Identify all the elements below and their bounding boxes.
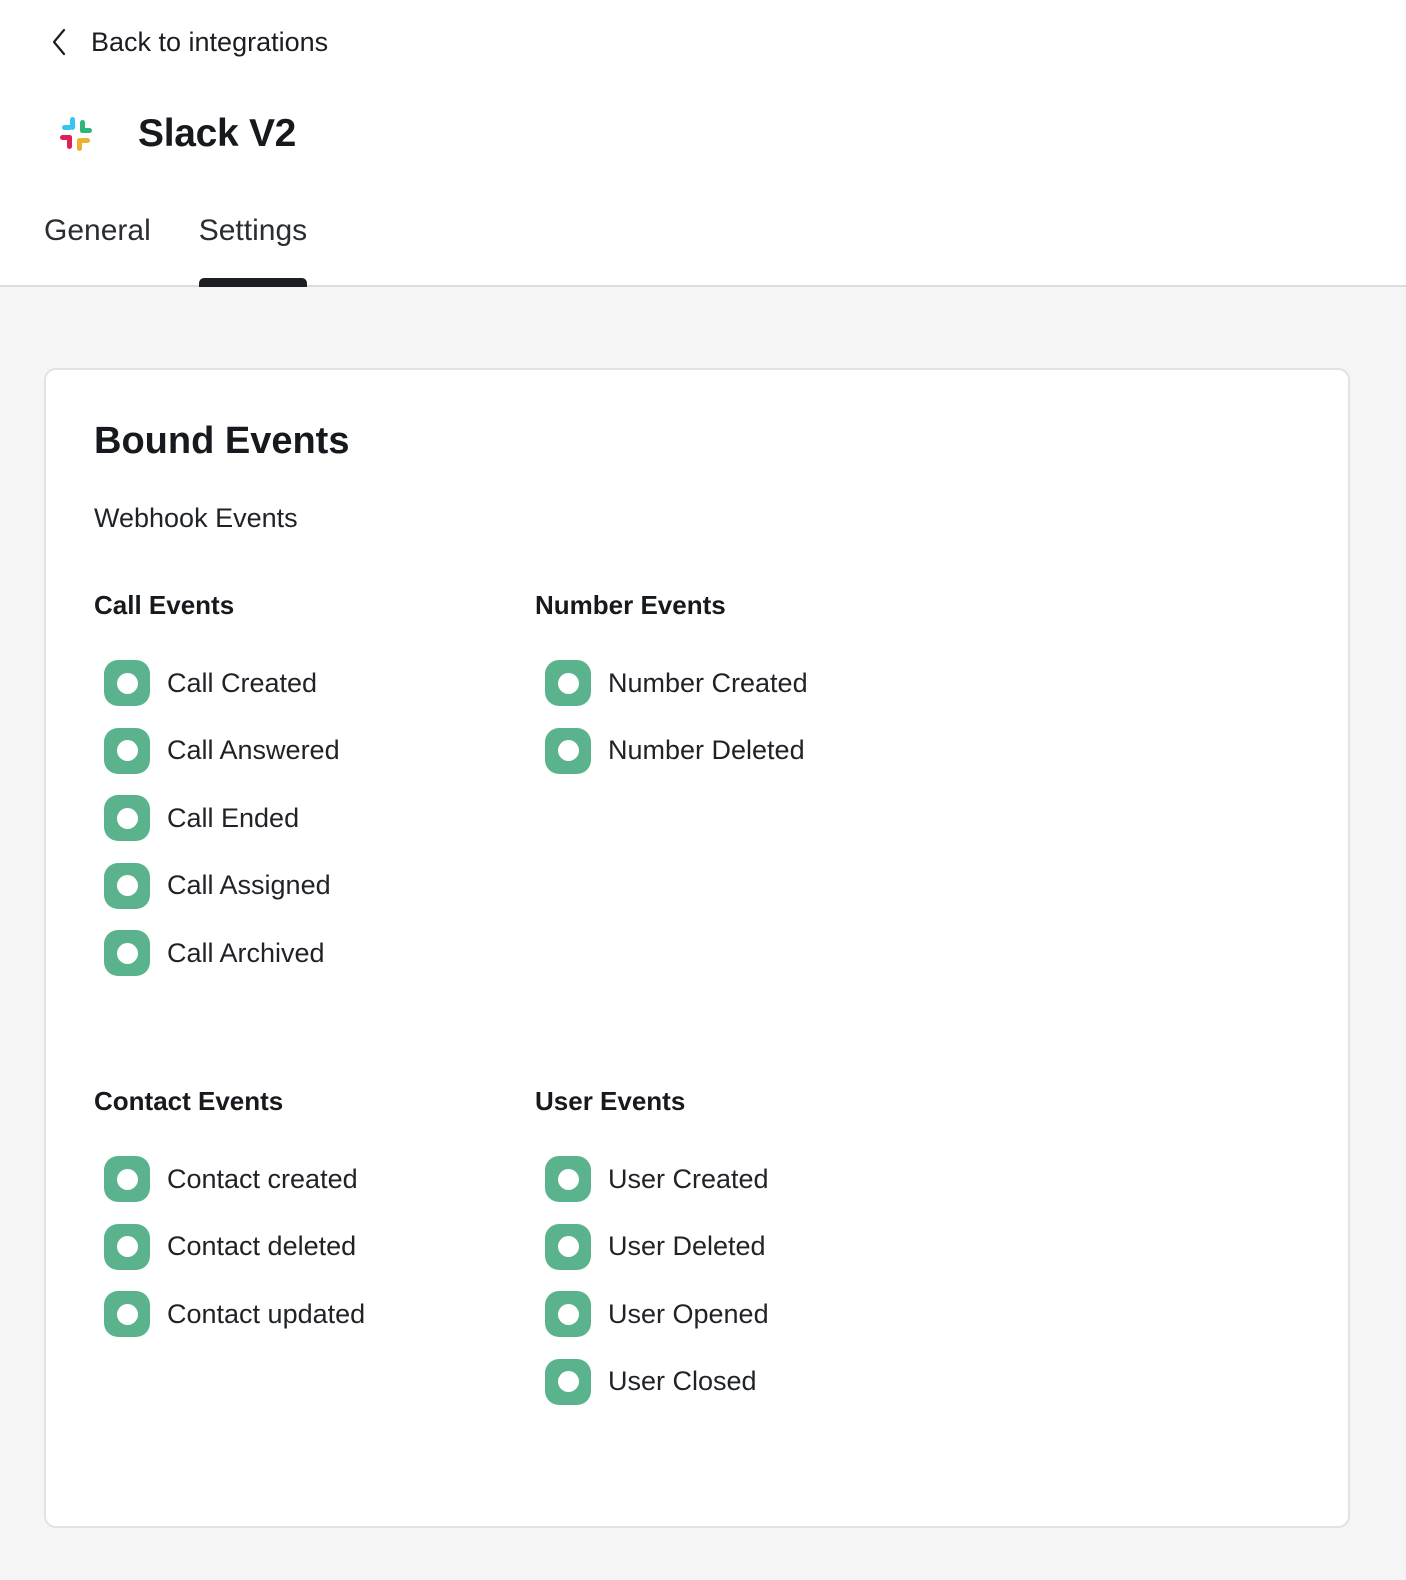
- checkbox-dot: [557, 1236, 579, 1257]
- event-checkbox-row[interactable]: Number Deleted: [545, 727, 955, 774]
- checkbox-checked-icon[interactable]: [104, 727, 150, 774]
- checkbox-checked-icon[interactable]: [104, 930, 150, 976]
- app-title: Slack V2: [138, 112, 297, 155]
- slack-logo-icon: [56, 114, 96, 154]
- event-label: Call Answered: [167, 735, 340, 765]
- group-title: Call Events: [94, 590, 235, 620]
- event-label: Call Ended: [167, 802, 300, 833]
- user-events-group: User Events User Created User Deleted User…: [535, 1086, 955, 1426]
- event-label: Number Created: [608, 667, 808, 698]
- checkbox-dot: [557, 1303, 579, 1325]
- group-title: User Events: [535, 1086, 686, 1116]
- checkbox-checked-icon[interactable]: [545, 660, 591, 706]
- event-label: User Closed: [608, 1366, 757, 1396]
- event-checkbox-row[interactable]: User Deleted: [545, 1223, 955, 1270]
- event-label: Call Created: [167, 667, 318, 698]
- event-label: Contact deleted: [167, 1231, 357, 1261]
- event-label: Call Archived: [167, 937, 325, 968]
- event-label: Number Deleted: [608, 735, 805, 765]
- checkbox-dot: [116, 942, 138, 964]
- checkbox-checked-icon[interactable]: [104, 1156, 150, 1202]
- checkbox-dot: [557, 1168, 579, 1190]
- checkbox-checked-icon[interactable]: [104, 1223, 150, 1270]
- checkbox-checked-icon[interactable]: [104, 795, 150, 841]
- event-label: Call Assigned: [167, 870, 331, 900]
- contact-events-group: Contact Events Contact created Contact de…: [94, 1086, 514, 1359]
- checkbox-dot: [557, 1371, 579, 1392]
- event-list: Contact created Contact deleted Contact up…: [94, 1156, 514, 1337]
- event-checkbox-row[interactable]: Call Archived: [104, 930, 514, 976]
- checkbox-dot: [557, 672, 579, 694]
- checkbox-dot: [116, 1236, 138, 1257]
- event-checkbox-row[interactable]: Call Answered: [104, 727, 514, 774]
- event-checkbox-row[interactable]: Number Created: [545, 660, 955, 706]
- event-checkbox-row[interactable]: Call Ended: [104, 795, 514, 841]
- event-label: User Opened: [608, 1298, 769, 1329]
- event-checkbox-row[interactable]: Contact created: [104, 1156, 514, 1202]
- event-label: Contact created: [167, 1163, 358, 1194]
- tab-bar: General Settings: [44, 210, 308, 287]
- checkbox-dot: [116, 740, 138, 761]
- call-events-group: Call Events Call Created Call Answered Cal…: [94, 590, 514, 998]
- checkbox-dot: [116, 1168, 138, 1190]
- group-title: Contact Events: [94, 1086, 284, 1116]
- back-to-integrations-link[interactable]: Back to integrations: [44, 22, 328, 62]
- event-list: User Created User Deleted User Opened User …: [535, 1156, 955, 1405]
- card-title: Bound Events: [94, 420, 350, 462]
- tab-general[interactable]: General: [44, 210, 151, 287]
- bound-events-card: Bound Events Webhook Events Call Events …: [44, 368, 1350, 1528]
- checkbox-checked-icon[interactable]: [104, 862, 150, 909]
- checkbox-checked-icon[interactable]: [104, 660, 150, 706]
- checkbox-dot: [116, 807, 138, 829]
- event-list: Call Created Call Answered Call Ended Call …: [94, 660, 514, 976]
- event-checkbox-row[interactable]: Contact updated: [104, 1291, 514, 1337]
- app-header: Slack V2: [56, 112, 296, 156]
- checkbox-checked-icon[interactable]: [545, 1291, 591, 1337]
- checkbox-checked-icon[interactable]: [545, 1358, 591, 1405]
- event-checkbox-row[interactable]: Call Created: [104, 660, 514, 706]
- tab-settings[interactable]: Settings: [198, 210, 308, 287]
- page-header: Back to integrations Slack V2 General Se…: [0, 0, 1406, 287]
- checkbox-dot: [116, 875, 138, 896]
- checkbox-checked-icon[interactable]: [104, 1291, 150, 1337]
- checkbox-dot: [116, 1303, 138, 1325]
- checkbox-checked-icon[interactable]: [545, 1156, 591, 1202]
- event-label: User Created: [608, 1163, 769, 1194]
- event-checkbox-row[interactable]: Call Assigned: [104, 862, 514, 909]
- event-label: User Deleted: [608, 1231, 766, 1261]
- event-checkbox-row[interactable]: User Opened: [545, 1291, 955, 1337]
- group-title: Number Events: [535, 590, 726, 620]
- checkbox-checked-icon[interactable]: [545, 727, 591, 774]
- event-checkbox-row[interactable]: Contact deleted: [104, 1223, 514, 1270]
- checkbox-dot: [557, 740, 579, 761]
- back-link-label: Back to integrations: [91, 26, 329, 57]
- number-events-group: Number Events Number Created Number Delet…: [535, 590, 955, 795]
- checkbox-dot: [116, 672, 138, 694]
- event-checkbox-row[interactable]: User Created: [545, 1156, 955, 1202]
- event-checkbox-row[interactable]: User Closed: [545, 1358, 955, 1405]
- event-list: Number Created Number Deleted: [535, 660, 955, 774]
- chevron-left-icon: [44, 27, 74, 57]
- card-subtitle: Webhook Events: [94, 503, 298, 533]
- checkbox-checked-icon[interactable]: [545, 1223, 591, 1270]
- event-label: Contact updated: [167, 1298, 366, 1329]
